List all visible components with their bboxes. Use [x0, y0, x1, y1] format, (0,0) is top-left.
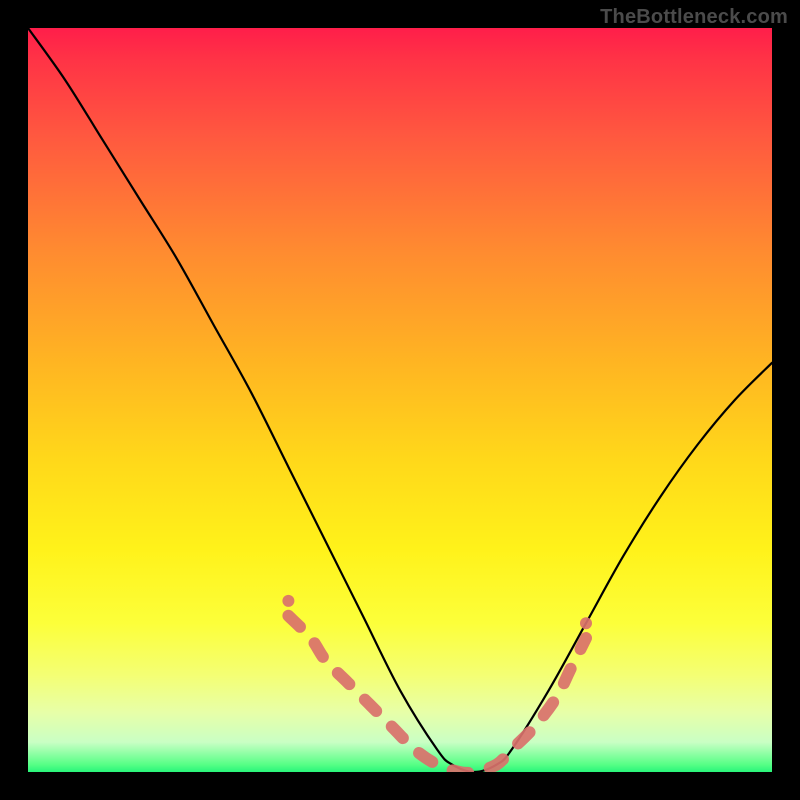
- chart-frame: TheBottleneck.com: [0, 0, 800, 800]
- curve-layer: [28, 28, 772, 772]
- dotted-lower-band: [282, 595, 592, 772]
- plot-area: [28, 28, 772, 772]
- bottleneck-curve: [28, 28, 772, 772]
- source-watermark: TheBottleneck.com: [600, 6, 788, 29]
